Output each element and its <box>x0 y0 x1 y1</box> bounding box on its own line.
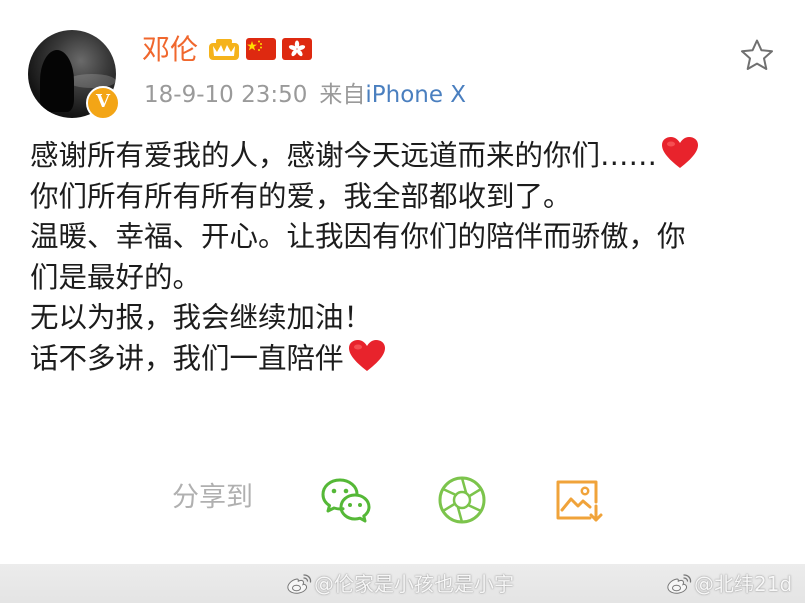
avatar-figure <box>40 50 74 112</box>
red-heart-icon <box>348 339 385 371</box>
post-line: 无以为报，我会继续加油！ <box>30 301 373 334</box>
post-meta: 18-9-10 23:50 来自iPhone X <box>144 78 466 112</box>
post-line: 你们所有所有所有的爱，我全部都收到了。 <box>30 179 572 213</box>
username[interactable]: 邓伦 <box>142 30 198 70</box>
moments-icon[interactable] <box>436 474 488 526</box>
share-row: 分享到 <box>0 470 805 530</box>
source-device-link[interactable]: iPhone X <box>365 82 466 108</box>
post-content: 感谢所有爱我的人，感谢今天远道而来的你们…… 你们所有所有所有的爱，我全部都收到… <box>30 136 775 379</box>
post-timestamp: 18-9-10 23:50 <box>144 82 308 108</box>
crown-badge-icon[interactable] <box>208 37 240 61</box>
watermark-left: @伦家是小孩也是小宇 <box>286 570 514 598</box>
wechat-icon[interactable] <box>320 474 372 526</box>
post-line: 温暖、幸福、开心。让我因有你们的陪伴而骄傲，你 <box>30 220 686 253</box>
watermark-strip: @伦家是小孩也是小宇 @北纬21d <box>0 564 805 603</box>
watermark-right: @北纬21d <box>666 570 792 598</box>
favorite-star-icon[interactable] <box>740 38 774 72</box>
verified-badge-icon: V <box>86 86 120 120</box>
post-line: 们是最好的。 <box>30 260 202 294</box>
share-label: 分享到 <box>172 482 253 513</box>
user-badges <box>208 34 312 64</box>
post-line: 感谢所有爱我的人，感谢今天远道而来的你们…… <box>30 136 775 177</box>
post-line: 话不多讲，我们一直陪伴 <box>30 339 775 380</box>
avatar-background <box>68 74 116 88</box>
china-flag-icon[interactable] <box>246 38 276 60</box>
hong-kong-flag-icon[interactable] <box>282 38 312 60</box>
red-heart-icon <box>662 137 699 168</box>
weibo-logo-icon <box>667 574 692 594</box>
weibo-logo-icon <box>287 574 312 594</box>
weibo-post-screen: V 邓伦 18-9-10 23:50 来自iPhone X 感谢所有爱我的人，感… <box>0 0 805 603</box>
save-image-icon[interactable] <box>552 474 604 526</box>
source-prefix: 来自 <box>319 82 366 108</box>
